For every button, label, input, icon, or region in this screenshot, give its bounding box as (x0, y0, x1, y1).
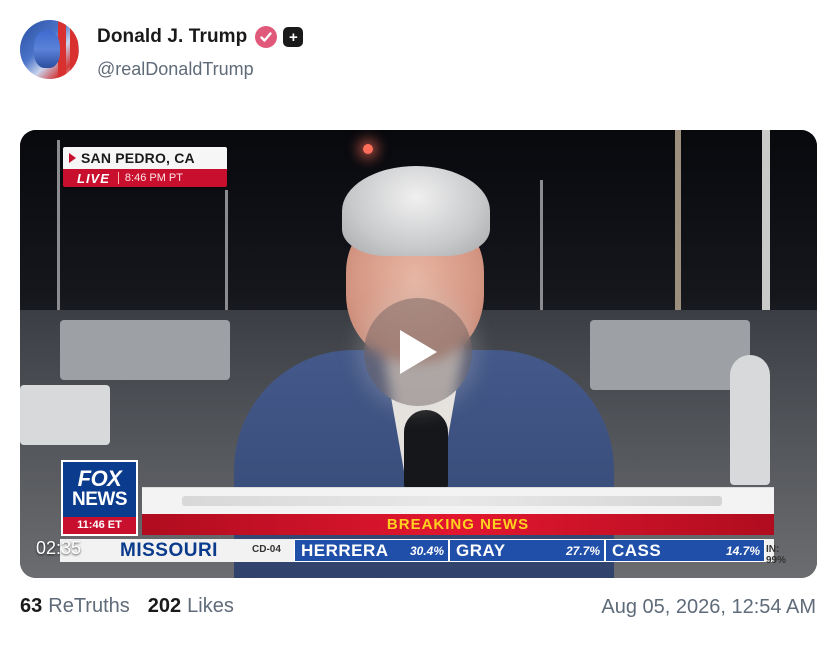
retruths-label: ReTruths (48, 595, 130, 617)
location-arrow-icon (69, 153, 76, 163)
avatar-face (34, 30, 60, 68)
video-player[interactable]: SAN PEDRO, CA LIVE 8:46 PM PT BREAKING N… (20, 130, 817, 578)
author-display-name[interactable]: Donald J. Trump (97, 26, 247, 48)
location-badge: SAN PEDRO, CA LIVE 8:46 PM PT (63, 147, 227, 187)
video-timer: 02:35 (36, 538, 82, 558)
candidate-pct: 30.4% (409, 543, 444, 558)
results-state: MISSOURI (120, 539, 218, 561)
banner-blurred-text (182, 496, 722, 506)
candidate-name: CASS (612, 540, 662, 560)
likes-count: 202 (147, 595, 182, 617)
scene-boat (20, 385, 110, 445)
scene-boat (590, 320, 750, 390)
scene-boat (60, 320, 230, 380)
scene-boat (730, 355, 770, 485)
results-reporting: IN: 99% (766, 544, 787, 566)
play-icon (400, 330, 437, 374)
retruths-count: 63 (20, 595, 43, 617)
candidate-result: HERRERA 30.4% (294, 539, 449, 562)
location-row: SAN PEDRO, CA (63, 147, 227, 169)
fox-logo-line1: FOX (77, 466, 122, 491)
banner-headline-strip (142, 487, 774, 514)
live-row: LIVE 8:46 PM PT (63, 169, 227, 187)
candidate-name: HERRERA (301, 540, 389, 560)
truth-post: Donald J. Trump + @realDonaldTrump SAN P… (0, 0, 840, 646)
live-time: 8:46 PM PT (117, 172, 183, 184)
candidate-pct: 27.7% (565, 543, 600, 558)
candidate-result: GRAY 27.7% (449, 539, 605, 562)
candidate-name: GRAY (456, 540, 506, 560)
fox-news-logo: FOX NEWS 11:46 ET (61, 460, 138, 536)
verified-badge-icon (255, 26, 278, 48)
candidate-result: CASS 14.7% (605, 539, 765, 562)
breaking-news-banner: BREAKING NEWS (142, 514, 774, 535)
author-handle[interactable]: @realDonaldTrump (97, 59, 254, 80)
results-district: CD-04 (252, 544, 281, 555)
election-results-strip: MISSOURI CD-04 HERRERA 30.4% GRAY 27.7% … (60, 539, 786, 566)
location-city: SAN PEDRO, CA (81, 150, 195, 166)
post-stats: 63 ReTruths 202 Likes (20, 595, 234, 618)
likes-label: Likes (187, 595, 234, 617)
play-button[interactable] (364, 298, 472, 406)
retruths-stat[interactable]: 63 ReTruths (20, 595, 130, 618)
post-timestamp[interactable]: Aug 05, 2026, 12:54 AM (601, 596, 816, 619)
candidate-pct: 14.7% (725, 543, 760, 558)
plus-badge-icon: + (283, 27, 304, 47)
scene-light (363, 144, 373, 154)
reporter-hair (342, 166, 490, 256)
network-time: 11:46 ET (63, 517, 136, 534)
avatar-stripe (70, 20, 78, 79)
reporter-mic (404, 410, 448, 494)
breaking-news-label: BREAKING NEWS (386, 516, 530, 533)
likes-stat[interactable]: 202 Likes (148, 595, 234, 618)
live-label: LIVE (77, 170, 110, 186)
author-avatar[interactable] (20, 20, 79, 79)
author-name-row: Donald J. Trump + (97, 26, 304, 48)
fox-logo-line2: NEWS (72, 489, 128, 510)
